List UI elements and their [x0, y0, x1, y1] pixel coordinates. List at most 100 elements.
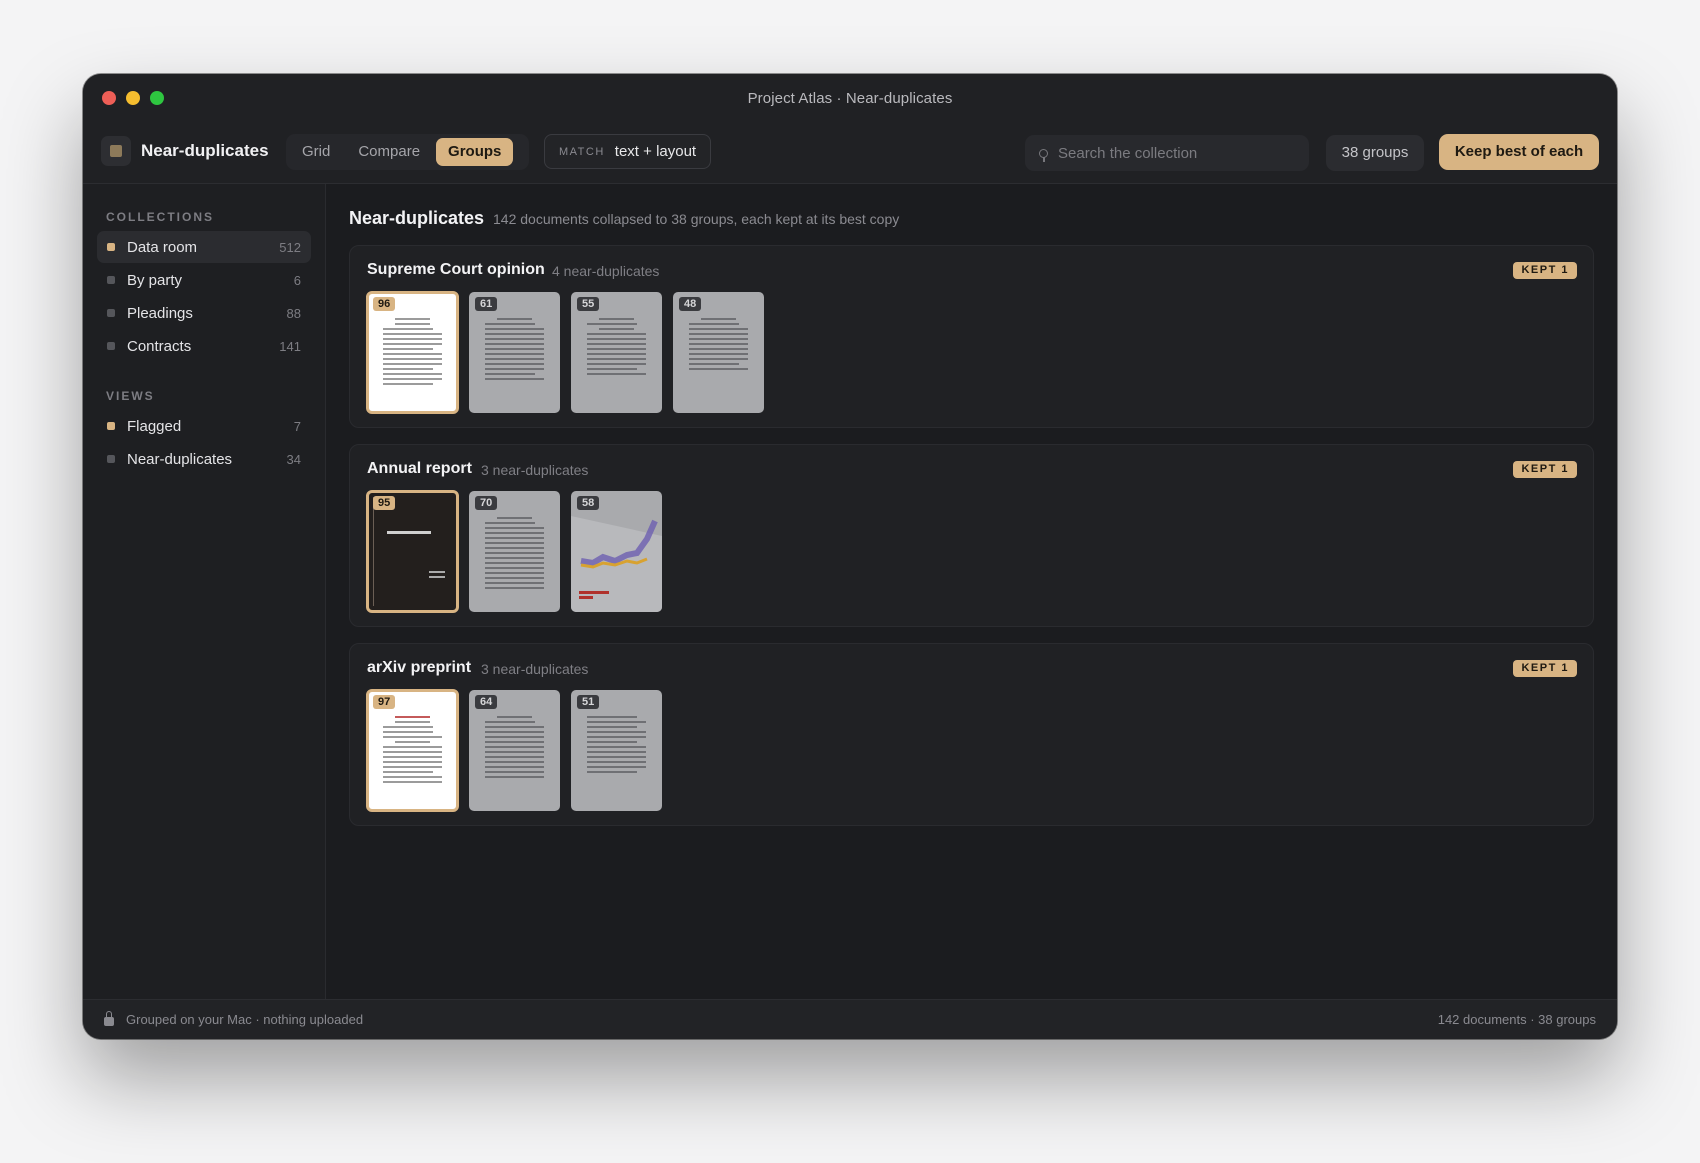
thumbnail-row: 97 64 51 — [366, 689, 662, 812]
kept-badge: KEPT 1 — [1513, 660, 1577, 677]
page-preview — [587, 318, 646, 378]
search-input[interactable] — [1058, 144, 1278, 162]
tab-grid[interactable]: Grid — [290, 138, 342, 166]
cover-preview — [429, 571, 445, 573]
document-thumbnail[interactable]: 70 — [469, 491, 560, 612]
dot-icon — [107, 455, 115, 463]
keep-best-button[interactable]: Keep best of each — [1439, 134, 1599, 170]
dot-icon — [107, 243, 115, 251]
document-thumbnail[interactable]: 97 — [366, 689, 459, 812]
group-count: 3 near-duplicates — [481, 661, 589, 677]
document-thumbnail[interactable]: 61 — [469, 292, 560, 413]
tab-groups[interactable]: Groups — [436, 138, 514, 166]
page-preview — [383, 716, 442, 786]
cover-preview — [387, 531, 431, 534]
score-badge: 95 — [373, 496, 396, 510]
app-window: Project Atlas · Near-duplicates Near-dup… — [83, 74, 1617, 1039]
sidebar-item-label: By party — [127, 271, 183, 289]
group-card: arXiv preprint 3 near-duplicates KEPT 1 … — [349, 643, 1594, 826]
sidebar-item-count: 141 — [279, 338, 301, 354]
lock-icon — [104, 1011, 114, 1026]
sidebar-item-label: Near-duplicates — [127, 450, 233, 468]
sidebar-item-data-room[interactable]: Data room 512 — [97, 231, 311, 263]
score-badge: 51 — [577, 695, 600, 709]
title-bar: Project Atlas · Near-duplicates — [83, 74, 1617, 122]
privacy-status: Grouped on your Mac · nothing uploaded — [126, 1012, 364, 1027]
sidebar-item-count: 88 — [286, 305, 301, 321]
views-heading: VIEWS — [106, 389, 155, 403]
tab-compare[interactable]: Compare — [346, 138, 432, 166]
collections-heading: COLLECTIONS — [106, 210, 214, 224]
group-count: 3 near-duplicates — [481, 462, 589, 478]
match-mode-selector[interactable]: MATCH text + layout — [544, 134, 711, 169]
score-badge: 58 — [577, 496, 600, 510]
score-badge: 48 — [679, 297, 702, 311]
minimize-window-button[interactable] — [126, 91, 140, 105]
main-content: Near-duplicates 142 documents collapsed … — [327, 184, 1617, 999]
dot-icon — [107, 422, 115, 430]
window-title: Project Atlas · Near-duplicates — [747, 89, 953, 107]
window-controls — [102, 91, 164, 105]
document-thumbnail[interactable]: 55 — [571, 292, 662, 413]
group-title: Supreme Court opinion — [367, 261, 545, 278]
sidebar-item-near-duplicates[interactable]: Near-duplicates 34 — [97, 443, 311, 475]
toolbar: Near-duplicates Grid Compare Groups MATC… — [83, 122, 1617, 184]
sidebar: COLLECTIONS Data room 512 By party 6 Ple… — [83, 184, 326, 999]
score-badge: 61 — [475, 297, 498, 311]
page-preview — [587, 716, 646, 776]
score-badge: 70 — [475, 496, 498, 510]
group-card: Supreme Court opinion 4 near-duplicates … — [349, 245, 1594, 428]
document-thumbnail[interactable]: 51 — [571, 690, 662, 811]
score-badge: 64 — [475, 695, 498, 709]
thumbnail-row: 96 61 55 48 — [366, 291, 764, 414]
sidebar-item-label: Data room — [127, 238, 198, 256]
sidebar-item-count: 34 — [286, 451, 301, 467]
view-switcher: Grid Compare Groups — [286, 134, 529, 170]
dot-icon — [107, 342, 115, 350]
sidebar-item-contracts[interactable]: Contracts 141 — [97, 330, 311, 362]
dot-icon — [107, 309, 115, 317]
sidebar-item-label: Pleadings — [127, 304, 193, 322]
dot-icon — [107, 276, 115, 284]
document-thumbnail[interactable]: 58 — [571, 491, 662, 612]
page-subtitle: 142 documents collapsed to 38 groups, ea… — [493, 211, 900, 227]
close-window-button[interactable] — [102, 91, 116, 105]
search-box — [1025, 135, 1309, 171]
page-preview — [485, 716, 544, 781]
score-badge: 55 — [577, 297, 600, 311]
app-icon — [101, 136, 131, 166]
document-thumbnail[interactable]: 95 — [366, 490, 459, 613]
document-summary: 142 documents · 38 groups — [1437, 1012, 1596, 1027]
group-title: arXiv preprint — [367, 659, 472, 676]
kept-badge: KEPT 1 — [1513, 262, 1577, 279]
sidebar-item-flagged[interactable]: Flagged 7 — [97, 410, 311, 442]
cover-preview — [429, 576, 445, 578]
page-title: Near-duplicates — [349, 208, 485, 228]
zoom-window-button[interactable] — [150, 91, 164, 105]
app-name: Near-duplicates — [141, 141, 269, 160]
group-card: Annual report 3 near-duplicates KEPT 1 9… — [349, 444, 1594, 627]
page-preview — [383, 318, 442, 388]
page-preview — [485, 318, 544, 383]
sidebar-item-by-party[interactable]: By party 6 — [97, 264, 311, 296]
sidebar-item-pleadings[interactable]: Pleadings 88 — [97, 297, 311, 329]
cover-preview — [373, 497, 374, 606]
match-value: text + layout — [614, 143, 697, 160]
group-count: 4 near-duplicates — [552, 263, 660, 279]
document-thumbnail[interactable]: 96 — [366, 291, 459, 414]
page-preview — [689, 318, 748, 373]
score-badge: 96 — [373, 297, 396, 311]
sidebar-item-count: 512 — [279, 239, 301, 255]
grid-square-icon — [110, 145, 122, 157]
search-icon — [1039, 148, 1048, 162]
sidebar-item-label: Flagged — [127, 417, 182, 435]
sidebar-item-label: Contracts — [127, 337, 192, 355]
thumbnail-row: 95 70 58 — [366, 490, 662, 613]
score-badge: 97 — [373, 695, 396, 709]
status-bar: Grouped on your Mac · nothing uploaded 1… — [83, 999, 1617, 1039]
document-thumbnail[interactable]: 48 — [673, 292, 764, 413]
sidebar-item-count: 7 — [293, 418, 301, 434]
groups-count-badge: 38 groups — [1326, 135, 1424, 171]
document-thumbnail[interactable]: 64 — [469, 690, 560, 811]
group-title: Annual report — [367, 460, 472, 477]
